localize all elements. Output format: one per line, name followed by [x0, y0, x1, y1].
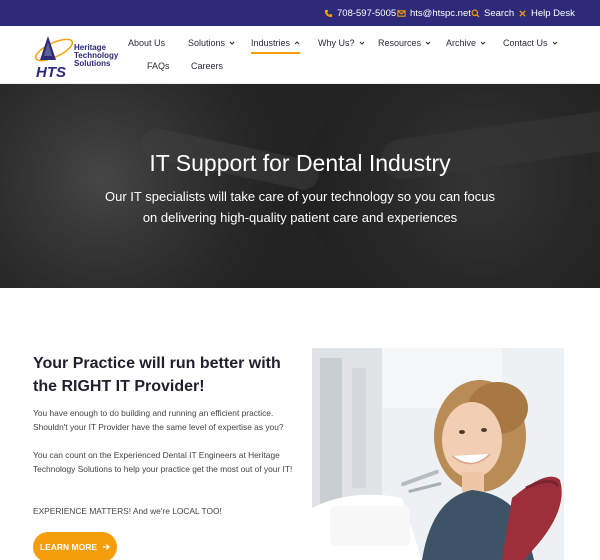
help-desk-text: Help Desk [531, 7, 575, 19]
nav-careers-label: Careers [191, 61, 224, 71]
logo-text: Heritage Technology Solutions [74, 44, 118, 68]
hero-banner: IT Support for Dental Industry Our IT sp… [0, 84, 600, 288]
nav-industries[interactable]: Industries [251, 36, 301, 54]
nav-careers[interactable]: Careers [191, 59, 223, 73]
chevron-down-icon [359, 41, 364, 45]
nav-faqs-label: FAQs [147, 61, 170, 71]
experience-paragraph: EXPERIENCE MATTERS! And we're LOCAL TOO! [33, 506, 222, 516]
email-text: hts@htspc.net [410, 7, 471, 19]
search-icon [471, 8, 480, 18]
nav-archive-label: Archive [446, 38, 477, 48]
chevron-down-icon [480, 41, 486, 45]
hero-subtitle: Our IT specialists will take care of you… [105, 189, 495, 225]
learn-more-button[interactable]: LEARN MORE [33, 532, 117, 560]
chevron-down-icon [229, 41, 235, 45]
dental-patient-photo [312, 348, 564, 560]
header: HTS Heritage Technology Solutions About … [0, 26, 600, 84]
nav-contact-us[interactable]: Contact Us [503, 36, 558, 50]
section-heading: Your Practice will run better with the R… [33, 355, 281, 395]
mail-icon [397, 9, 406, 17]
phone-icon [324, 9, 333, 17]
nav-resources[interactable]: Resources [378, 36, 431, 50]
chevron-down-icon [425, 41, 431, 45]
logo[interactable]: HTS Heritage Technology Solutions [32, 32, 118, 80]
patient-image [312, 348, 564, 560]
phone-text: 708-597-5005 [337, 7, 397, 19]
intro-paragraph: You have enough to do building and runni… [33, 408, 284, 432]
help-desk-link[interactable]: Help Desk [518, 0, 575, 26]
nav-contact-us-label: Contact Us [503, 38, 548, 48]
search-text: Search [484, 7, 515, 19]
email-link[interactable]: hts@htspc.net [397, 0, 471, 26]
nav-faqs[interactable]: FAQs [147, 59, 170, 73]
hero-title: IT Support for Dental Industry [149, 150, 451, 176]
search-link[interactable]: Search [471, 0, 514, 26]
logo-line-3: Solutions [74, 59, 111, 68]
arrow-right-icon [103, 544, 110, 550]
chevron-down-icon [552, 41, 557, 45]
nav-archive[interactable]: Archive [446, 36, 486, 50]
chevron-up-icon [294, 41, 300, 45]
learn-more-label: LEARN MORE [39, 542, 98, 552]
nav-why-us[interactable]: Why Us? [318, 36, 365, 50]
svg-text:HTS: HTS [36, 64, 66, 80]
nav-resources-label: Resources [378, 38, 422, 48]
nav-about-us-label: About Us [128, 38, 166, 48]
nav-why-us-label: Why Us? [318, 38, 355, 48]
nav-about-us[interactable]: About Us [128, 36, 165, 50]
nav-solutions[interactable]: Solutions [188, 36, 235, 50]
tools-icon [519, 9, 526, 17]
engineers-paragraph: You can count on the Experienced Dental … [33, 450, 293, 474]
top-bar: 708-597-5005 hts@htspc.net Search Help D… [0, 0, 600, 26]
phone-link[interactable]: 708-597-5005 [324, 0, 396, 26]
nav-solutions-label: Solutions [188, 38, 226, 48]
nav-industries-label: Industries [251, 38, 291, 48]
